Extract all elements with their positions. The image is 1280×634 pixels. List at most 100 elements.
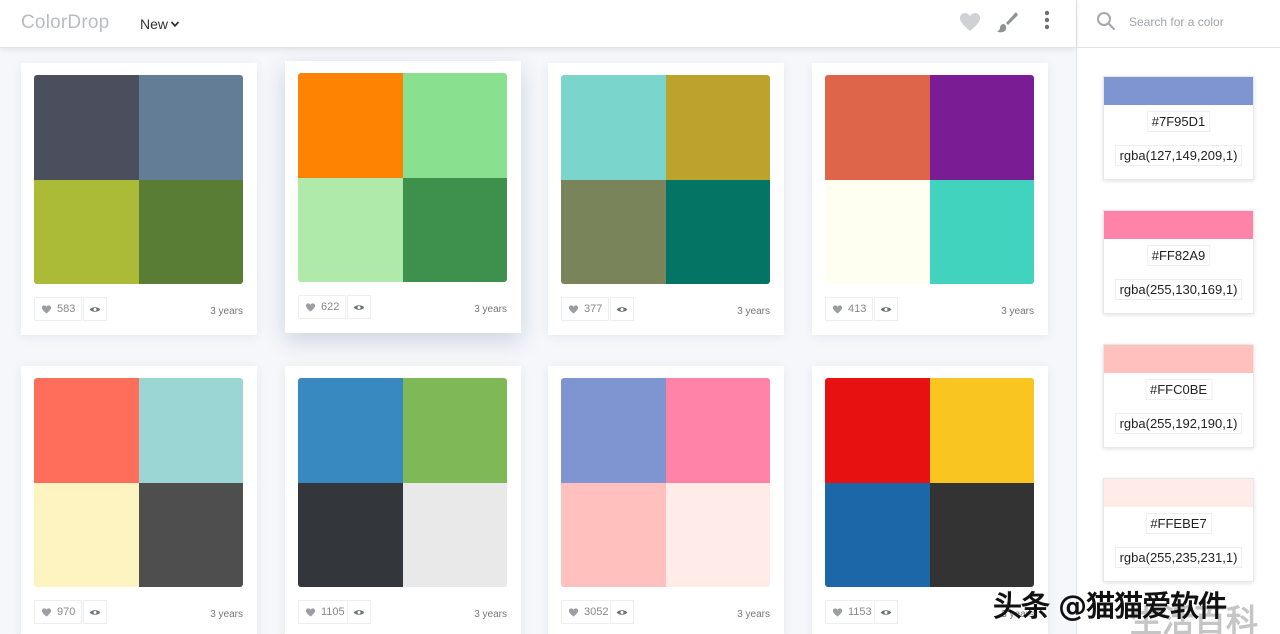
like-button[interactable]: 583 — [34, 297, 83, 321]
heart-icon[interactable] — [958, 10, 982, 34]
new-sort-label: New — [140, 16, 169, 32]
like-button[interactable]: 413 — [825, 297, 874, 321]
like-count: 377 — [584, 303, 603, 315]
rgba-value[interactable]: rgba(255,235,231,1) — [1114, 547, 1243, 568]
palette-color-cell[interactable] — [138, 179, 243, 284]
palette-color-cell[interactable] — [402, 482, 507, 587]
palette-color-cell[interactable] — [825, 482, 930, 587]
color-sidebar: #7F95D1 rgba(127,149,209,1) #FF82A9 rgba(25… — [1076, 0, 1280, 634]
like-count: 413 — [848, 303, 867, 315]
palette-color-cell[interactable] — [929, 378, 1034, 483]
rgba-value[interactable]: rgba(127,149,209,1) — [1114, 145, 1243, 166]
palette-color-cell[interactable] — [34, 75, 139, 180]
palette-color-cell[interactable] — [825, 75, 930, 180]
palette-swatch-grid[interactable] — [825, 378, 1034, 587]
palette-swatch-grid[interactable] — [561, 378, 770, 587]
like-button[interactable]: 970 — [34, 600, 83, 624]
like-count: 1105 — [321, 606, 345, 618]
palette-color-cell[interactable] — [138, 378, 243, 483]
palette-card[interactable]: 583 3 years — [21, 63, 257, 335]
palette-card[interactable]: 1105 3 years — [285, 366, 521, 634]
palette-color-cell[interactable] — [825, 179, 930, 284]
palette-swatch-grid[interactable] — [298, 73, 507, 282]
like-count: 970 — [57, 606, 76, 618]
palette-swatch-grid[interactable] — [34, 75, 243, 284]
palette-color-cell[interactable] — [138, 482, 243, 587]
view-button[interactable] — [347, 295, 371, 319]
heart-icon — [41, 305, 52, 314]
rgba-value[interactable]: rgba(255,192,190,1) — [1114, 413, 1243, 434]
hex-value[interactable]: #FFEBE7 — [1145, 513, 1212, 534]
view-button[interactable] — [610, 297, 634, 321]
like-button[interactable]: 1153 — [825, 600, 879, 624]
view-button[interactable] — [83, 297, 107, 321]
palette-age: 3 years — [737, 609, 770, 620]
palette-color-cell[interactable] — [929, 482, 1034, 587]
like-count: 583 — [57, 303, 76, 315]
color-swatch-card[interactable]: #7F95D1 rgba(127,149,209,1) — [1103, 76, 1254, 180]
palette-color-cell[interactable] — [34, 378, 139, 483]
palette-age: 3 years — [474, 304, 507, 315]
new-sort-dropdown[interactable]: New — [140, 16, 180, 32]
color-preview-bar — [1104, 479, 1253, 507]
palette-color-cell[interactable] — [561, 75, 666, 180]
palette-age: 3 years — [1001, 306, 1034, 317]
paintbrush-icon[interactable] — [995, 10, 1019, 34]
palette-color-cell[interactable] — [34, 179, 139, 284]
view-button[interactable] — [610, 600, 634, 624]
palette-color-cell[interactable] — [561, 378, 666, 483]
view-button[interactable] — [874, 600, 898, 624]
like-button[interactable]: 377 — [561, 297, 610, 321]
palette-color-cell[interactable] — [298, 177, 403, 282]
eye-icon — [880, 306, 892, 312]
rgba-value[interactable]: rgba(255,130,169,1) — [1114, 279, 1243, 300]
palette-swatch-grid[interactable] — [298, 378, 507, 587]
hex-value[interactable]: #FF82A9 — [1146, 245, 1211, 266]
palette-color-cell[interactable] — [929, 179, 1034, 284]
palette-card[interactable]: 413 3 years — [812, 63, 1048, 335]
palette-color-cell[interactable] — [561, 179, 666, 284]
palette-color-cell[interactable] — [402, 378, 507, 483]
hex-value[interactable]: #FFC0BE — [1144, 379, 1213, 400]
palette-color-cell[interactable] — [34, 482, 139, 587]
hex-value[interactable]: #7F95D1 — [1146, 111, 1211, 132]
palette-color-cell[interactable] — [665, 378, 770, 483]
heart-icon — [832, 608, 843, 617]
palette-color-cell[interactable] — [298, 73, 403, 178]
palette-card[interactable]: 622 3 years — [285, 61, 521, 333]
app-logo[interactable]: ColorDrop — [21, 12, 109, 34]
palette-color-cell[interactable] — [561, 482, 666, 587]
palette-color-cell[interactable] — [402, 73, 507, 178]
palette-color-cell[interactable] — [138, 75, 243, 180]
palette-color-cell[interactable] — [665, 482, 770, 587]
color-swatch-card[interactable]: #FFEBE7 rgba(255,235,231,1) — [1103, 478, 1254, 582]
like-button[interactable]: 3052 — [561, 600, 616, 624]
view-button[interactable] — [874, 297, 898, 321]
search-bar — [1077, 0, 1280, 48]
color-swatch-card[interactable]: #FF82A9 rgba(255,130,169,1) — [1103, 210, 1254, 314]
palette-swatch-grid[interactable] — [561, 75, 770, 284]
palette-color-cell[interactable] — [825, 378, 930, 483]
palette-color-cell[interactable] — [929, 75, 1034, 180]
heart-icon — [305, 303, 316, 312]
palette-card[interactable]: 377 3 years — [548, 63, 784, 335]
palette-swatch-grid[interactable] — [825, 75, 1034, 284]
palette-color-cell[interactable] — [665, 75, 770, 180]
view-button[interactable] — [347, 600, 371, 624]
like-button[interactable]: 622 — [298, 295, 347, 319]
palette-color-cell[interactable] — [298, 378, 403, 483]
search-input[interactable] — [1129, 12, 1269, 32]
palette-color-cell[interactable] — [402, 177, 507, 282]
palette-color-cell[interactable] — [665, 179, 770, 284]
more-vertical-icon[interactable] — [1040, 10, 1054, 34]
palette-card[interactable]: 970 3 years — [21, 366, 257, 634]
eye-icon — [880, 609, 892, 615]
color-swatch-card[interactable]: #FFC0BE rgba(255,192,190,1) — [1103, 344, 1254, 448]
view-button[interactable] — [83, 600, 107, 624]
color-preview-bar — [1104, 345, 1253, 373]
palette-swatch-grid[interactable] — [34, 378, 243, 587]
palette-color-cell[interactable] — [298, 482, 403, 587]
like-button[interactable]: 1105 — [298, 600, 352, 624]
color-preview-bar — [1104, 77, 1253, 105]
palette-card[interactable]: 3052 3 years — [548, 366, 784, 634]
